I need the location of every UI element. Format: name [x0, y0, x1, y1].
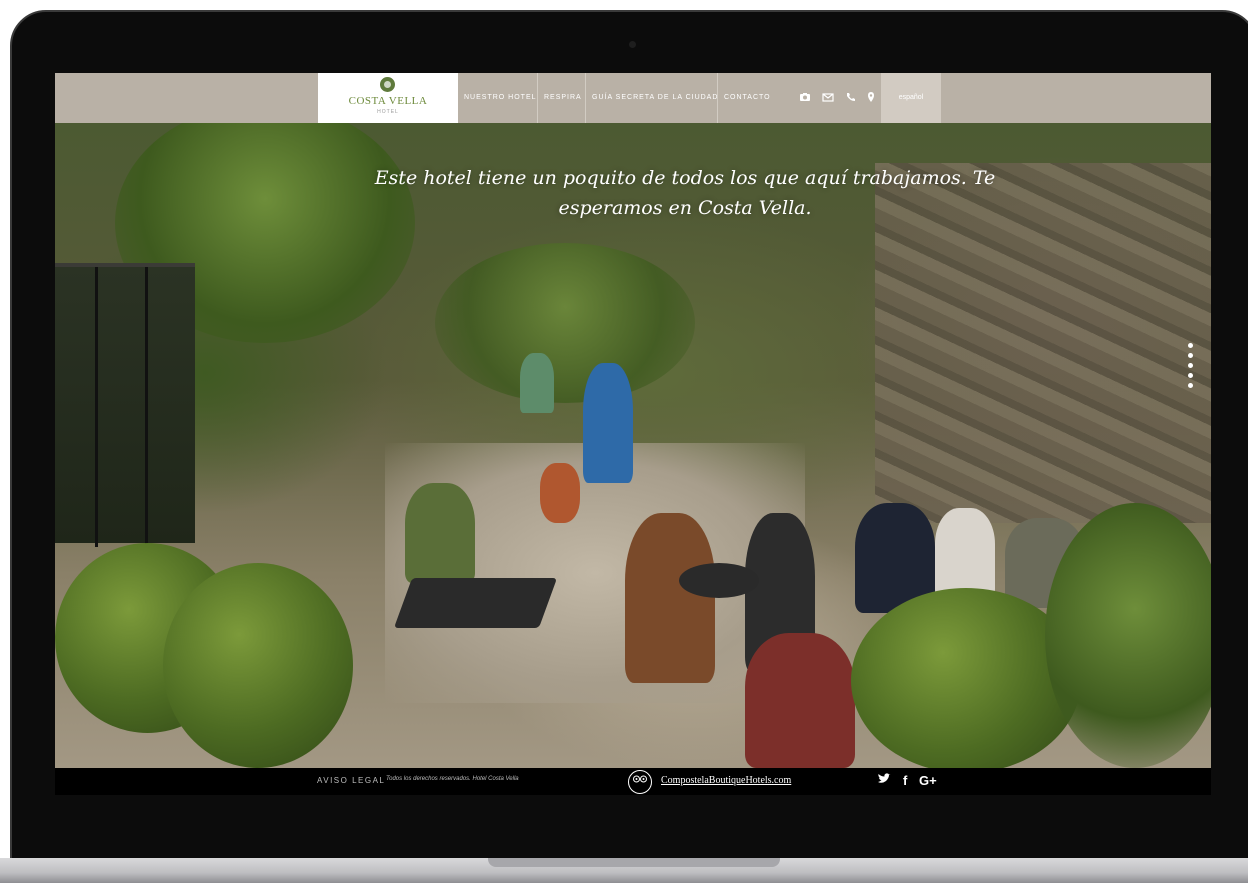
slide-dot[interactable]	[1188, 353, 1193, 358]
camera-icon[interactable]	[798, 91, 811, 104]
leafy-plants	[1045, 503, 1211, 768]
language-selector[interactable]: español	[881, 73, 941, 123]
twitter-icon[interactable]	[877, 773, 891, 789]
nav-divider	[537, 73, 538, 123]
hotel-logo[interactable]: COSTA VELLA HOTEL	[318, 73, 458, 123]
leaf-logo-icon	[380, 77, 395, 92]
boutique-hotels-link[interactable]: CompostelaBoutiqueHotels.com	[661, 775, 791, 786]
aviso-legal-link[interactable]: AVISO LEGAL	[317, 776, 385, 785]
person-stretching	[583, 363, 633, 483]
guest-white-top	[935, 508, 995, 598]
guest-green-jacket	[405, 483, 475, 583]
nav-divider	[585, 73, 586, 123]
location-pin-icon[interactable]	[864, 91, 877, 104]
nav-guia-secreta[interactable]: GUÍA SECRETA DE LA CIUDAD	[592, 73, 718, 123]
statue	[520, 353, 554, 413]
tripadvisor-icon[interactable]	[628, 770, 652, 794]
terracotta-pot	[540, 463, 580, 523]
nav-nuestro-hotel[interactable]: NUESTRO HOTEL	[464, 73, 537, 123]
nav-contacto[interactable]: CONTACTO	[724, 73, 771, 123]
round-table	[679, 563, 759, 598]
google-plus-icon[interactable]: G+	[919, 773, 937, 789]
logo-subtitle: HOTEL	[377, 109, 399, 115]
laptop-hinge	[488, 858, 780, 867]
photographer	[745, 633, 855, 768]
mail-icon[interactable]	[821, 91, 834, 104]
website-screen: COSTA VELLA HOTEL NUESTRO HOTEL RESPIRA …	[55, 73, 1211, 795]
nav-divider	[717, 73, 718, 123]
hero-garden-photo: Este hotel tiene un poquito de todos los…	[55, 123, 1211, 768]
slide-pagination	[1188, 343, 1194, 393]
round-boxwood-shrub	[163, 563, 353, 768]
facebook-icon[interactable]: f	[903, 773, 907, 789]
guest-brown-jacket	[625, 513, 715, 683]
slide-dot[interactable]	[1188, 383, 1193, 388]
phone-icon[interactable]	[844, 91, 857, 104]
glass-greenhouse	[55, 263, 195, 547]
garden-bushes	[435, 243, 695, 403]
copyright-text: Todos los derechos reservados. Hotel Cos…	[386, 776, 519, 782]
slide-dot[interactable]	[1188, 363, 1193, 368]
top-navigation: COSTA VELLA HOTEL NUESTRO HOTEL RESPIRA …	[55, 73, 1211, 123]
hero-quote: Este hotel tiene un poquito de todos los…	[374, 167, 996, 219]
nav-respira[interactable]: RESPIRA	[544, 73, 582, 123]
footer: AVISO LEGAL Todos los derechos reservado…	[55, 768, 1211, 795]
webcam	[629, 41, 636, 48]
cafe-table	[393, 578, 558, 628]
slide-dot[interactable]	[1188, 373, 1193, 378]
logo-name: COSTA VELLA	[348, 95, 428, 107]
slide-dot[interactable]	[1188, 343, 1193, 348]
